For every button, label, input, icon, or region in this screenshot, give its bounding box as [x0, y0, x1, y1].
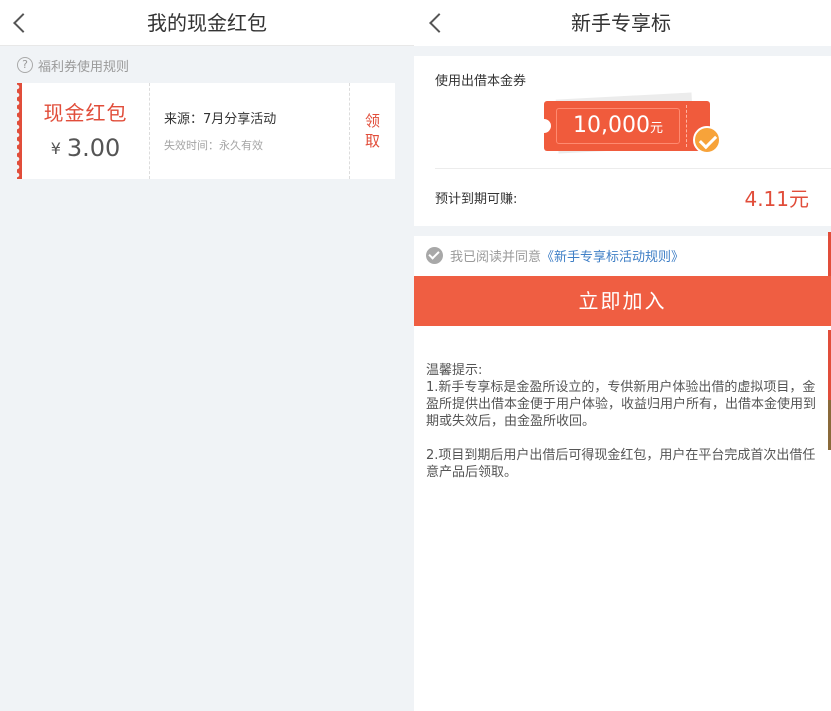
tips-item-1: 1.新手专享标是金盈所设立的，专供新用户体验出借的虚拟项目，金盈所提供出借本金便…: [426, 380, 817, 429]
coupon-value-section: 现金红包 ¥3.00: [22, 83, 150, 179]
left-nav-bar: 我的现金红包: [0, 0, 414, 46]
coupon-rules-link[interactable]: ? 福利券使用规则: [17, 56, 130, 75]
coupon-info-section: 来源：7月分享活动 失效时间：永久有效: [150, 83, 350, 179]
question-circle-icon: ?: [17, 57, 33, 73]
coupon-amount: ¥3.00: [22, 134, 149, 162]
page-title: 新手专享标: [571, 11, 671, 35]
section-divider: [414, 46, 831, 56]
coupon-expire: 失效时间：永久有效: [164, 139, 263, 152]
principal-voucher[interactable]: 10,000元: [539, 101, 710, 151]
coupon-rules-label: 福利券使用规则: [38, 59, 130, 75]
left-screen: 我的现金红包 ? 福利券使用规则 现金红包 ¥3.00 来源：7月分享活动 失效…: [0, 0, 414, 711]
voucher-label: 使用出借本金券: [435, 74, 527, 89]
agreement-row[interactable]: 我已阅读并同意 《新手专享标活动规则》: [426, 244, 684, 266]
join-now-button[interactable]: 立即加入: [414, 276, 831, 326]
divider: [435, 168, 831, 169]
rules-link[interactable]: 《新手专享标活动规则》: [541, 246, 684, 265]
tips-item-2: 2.项目到期后用户出借后可得现金红包，用户在平台完成首次出借任意产品后领取。: [426, 448, 816, 480]
tips-title: 温馨提示:: [426, 363, 483, 378]
section-divider: [414, 226, 831, 236]
claim-label-2: 取: [364, 132, 380, 150]
check-circle-icon[interactable]: [426, 246, 443, 264]
expected-earnings-label: 预计到期可赚:: [435, 192, 518, 207]
coupon-title: 现金红包: [43, 101, 128, 125]
check-badge-icon: [693, 126, 721, 154]
claim-button[interactable]: 领 取: [350, 83, 395, 179]
back-arrow-icon[interactable]: [429, 13, 449, 33]
expected-earnings-value: 4.11元: [744, 187, 809, 211]
page-title: 我的现金红包: [147, 11, 267, 35]
tips-section: 温馨提示: 1.新手专享标是金盈所设立的，专供新用户体验出借的虚拟项目，金盈所提…: [426, 362, 818, 481]
voucher-amount: 10,000元: [556, 108, 680, 144]
voucher-perforation: [686, 105, 687, 147]
voucher-amount-value: 10,000: [573, 113, 650, 138]
currency-symbol: ¥: [50, 139, 61, 158]
coupon-source: 来源：7月分享活动: [164, 112, 277, 127]
back-arrow-icon[interactable]: [13, 13, 33, 33]
right-screen: 新手专享标 使用出借本金券 10,000元 预计到期可赚: 4.11元 我已阅读…: [414, 0, 831, 711]
agreement-text: 我已阅读并同意: [450, 249, 542, 265]
voucher-notch: [539, 119, 551, 133]
cash-coupon-card: 现金红包 ¥3.00 来源：7月分享活动 失效时间：永久有效 领 取: [17, 83, 395, 179]
tips-spacer: [426, 430, 818, 447]
voucher-unit: 元: [649, 121, 663, 136]
right-nav-bar: 新手专享标: [414, 0, 831, 46]
coupon-amount-value: 3.00: [66, 134, 121, 162]
claim-label-1: 领: [364, 112, 380, 130]
